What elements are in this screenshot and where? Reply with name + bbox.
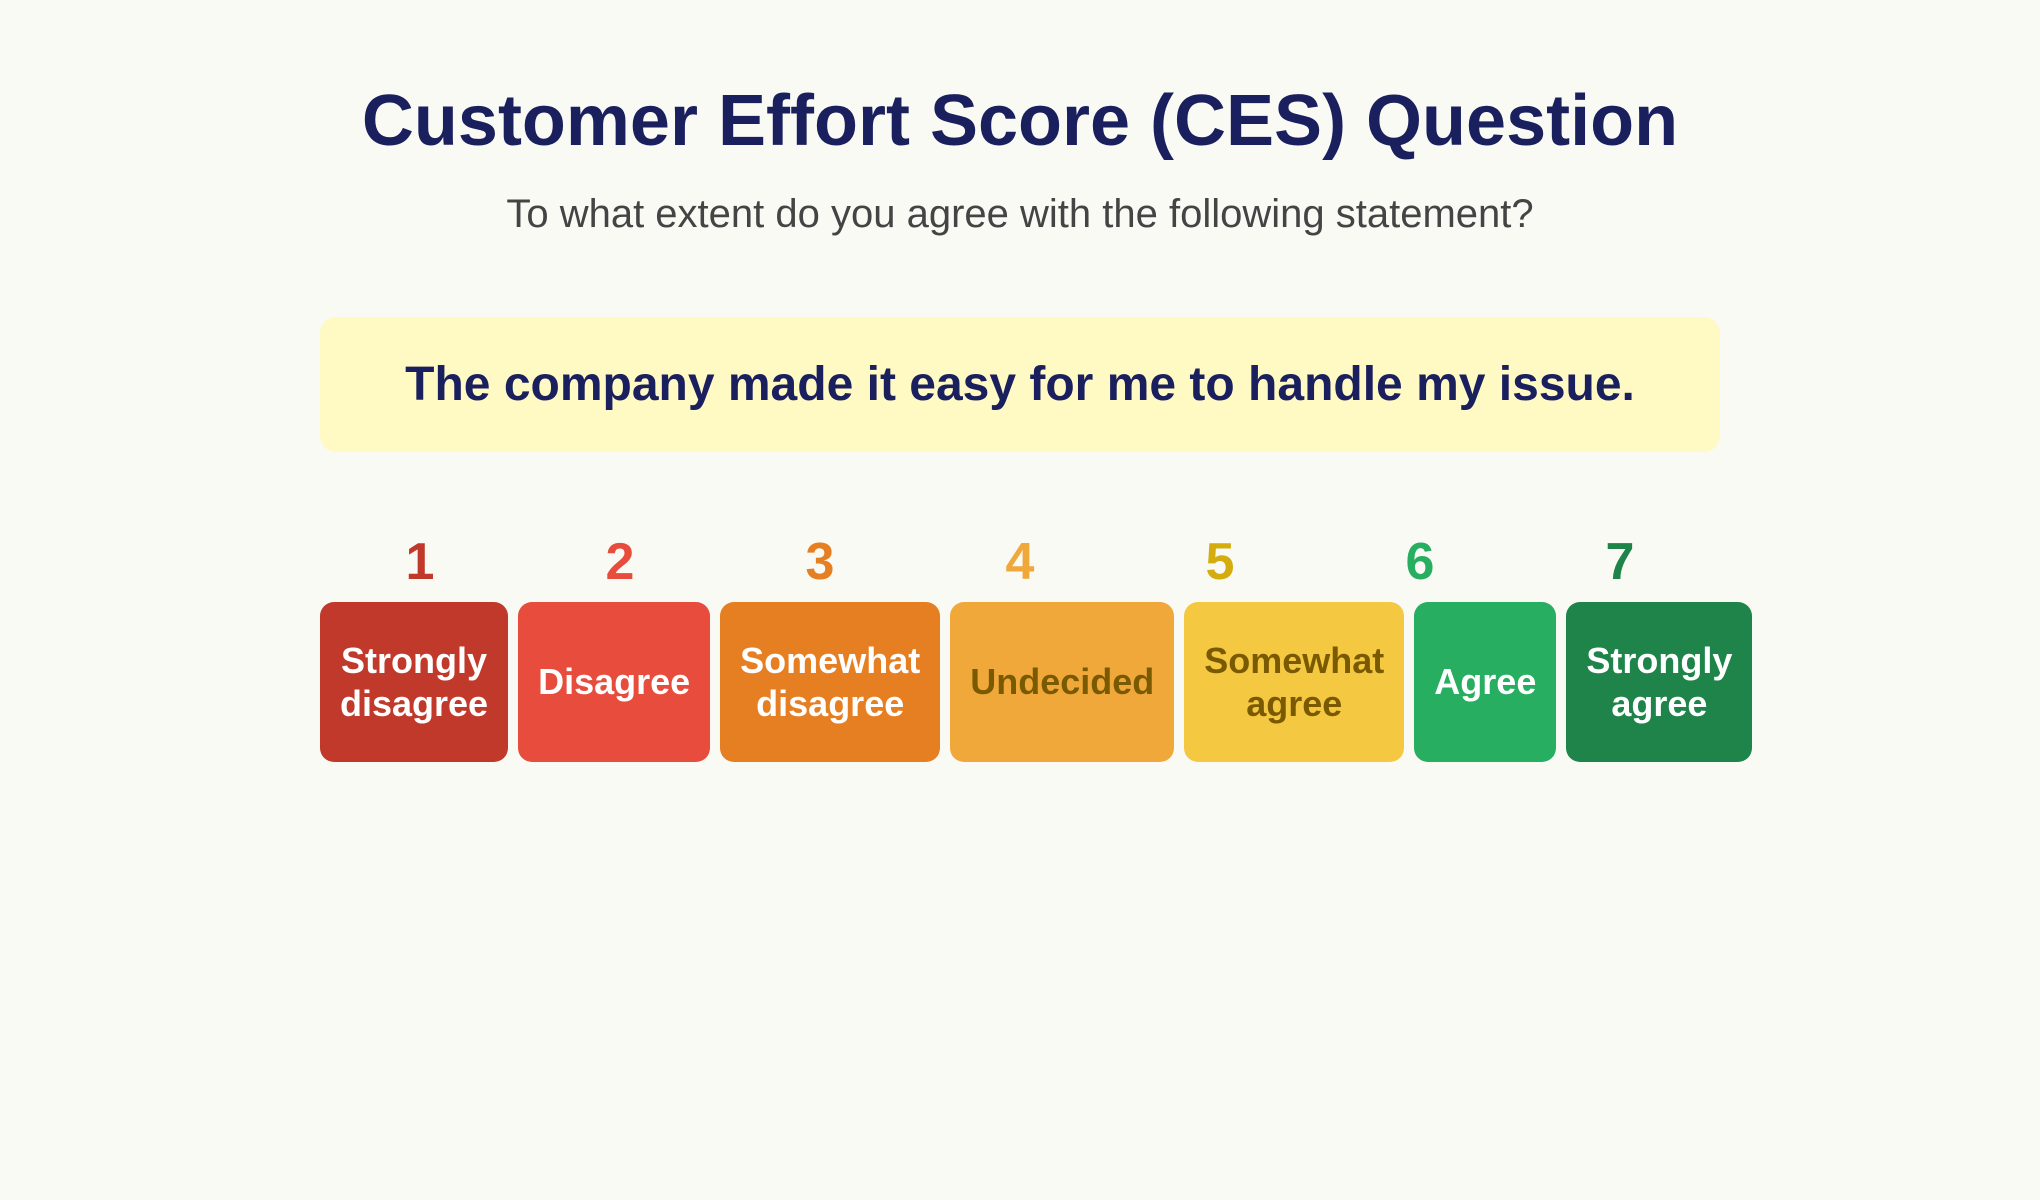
scale-button-5[interactable]: Somewhat agree: [1184, 602, 1404, 762]
scale-number-1: 1: [320, 532, 520, 592]
scale-number-5: 5: [1120, 532, 1320, 592]
page-title: Customer Effort Score (CES) Question: [362, 80, 1678, 162]
scale-button-4[interactable]: Undecided: [950, 602, 1174, 762]
page-subtitle: To what extent do you agree with the fol…: [506, 192, 1533, 237]
scale-number-3: 3: [720, 532, 920, 592]
numbers-row: 1 2 3 4 5 6 7: [320, 532, 1720, 592]
scale-number-2: 2: [520, 532, 720, 592]
statement-box: The company made it easy for me to handl…: [320, 317, 1720, 452]
scale-container: 1 2 3 4 5 6 7 Strongly disagree Disagree…: [320, 532, 1720, 762]
scale-button-7[interactable]: Strongly agree: [1566, 602, 1752, 762]
buttons-row: Strongly disagree Disagree Somewhat disa…: [320, 602, 1720, 762]
scale-button-6[interactable]: Agree: [1414, 602, 1556, 762]
scale-number-4: 4: [920, 532, 1120, 592]
statement-text: The company made it easy for me to handl…: [405, 358, 1635, 411]
scale-number-6: 6: [1320, 532, 1520, 592]
scale-button-1[interactable]: Strongly disagree: [320, 602, 508, 762]
scale-button-2[interactable]: Disagree: [518, 602, 710, 762]
scale-number-7: 7: [1520, 532, 1720, 592]
scale-button-3[interactable]: Somewhat disagree: [720, 602, 940, 762]
